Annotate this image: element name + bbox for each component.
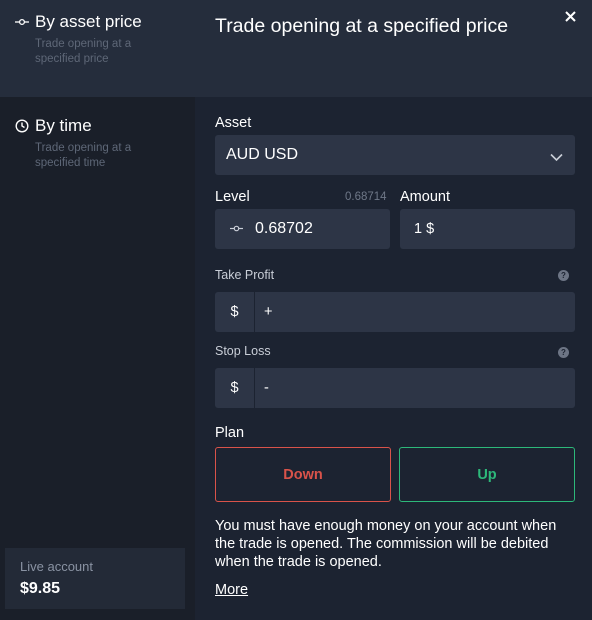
account-balance: $9.85: [20, 580, 61, 597]
asset-value: AUD USD: [226, 146, 299, 163]
close-button[interactable]: [562, 10, 578, 26]
price-level-icon: [230, 220, 243, 238]
amount-field[interactable]: 1 $: [400, 209, 575, 249]
sidebar-item-by-asset-price[interactable]: By asset price Trade opening at a specif…: [0, 0, 195, 97]
take-profit-input[interactable]: [255, 292, 575, 332]
current-price-hint: 0.68714: [345, 191, 387, 203]
stop-loss-field: $: [215, 368, 575, 408]
take-profit-currency: $: [215, 292, 255, 332]
asset-select[interactable]: AUD USD: [215, 135, 575, 175]
more-link[interactable]: More: [215, 582, 248, 598]
plan-up-button[interactable]: Up: [399, 447, 575, 502]
help-icon[interactable]: ?: [558, 347, 569, 358]
asset-label: Asset: [215, 115, 252, 131]
stop-loss-input[interactable]: [255, 368, 575, 408]
level-field[interactable]: 0.68702: [215, 209, 390, 249]
take-profit-label: Take Profit: [215, 268, 275, 282]
account-label: Live account: [20, 559, 93, 574]
sidebar-item-label: By asset price: [35, 12, 142, 31]
commission-notice: You must have enough money on your accou…: [215, 518, 557, 570]
help-icon[interactable]: ?: [558, 270, 569, 281]
sidebar-item-description: Trade opening at a specified time: [35, 142, 132, 169]
account-balance-card: Live account $9.85: [5, 548, 185, 609]
price-level-icon: [14, 15, 29, 30]
page-title: Trade opening at a specified price: [215, 15, 509, 37]
chevron-down-icon: [550, 149, 563, 167]
stop-loss-currency: $: [215, 368, 255, 408]
sidebar: By asset price Trade opening at a specif…: [0, 0, 195, 620]
plan-down-button[interactable]: Down: [215, 447, 391, 502]
sidebar-item-by-time[interactable]: By time Trade opening at a specified tim…: [0, 97, 195, 202]
sidebar-item-label: By time: [35, 116, 92, 135]
take-profit-field: $: [215, 292, 575, 332]
amount-label: Amount: [400, 189, 450, 205]
level-value: 0.68702: [255, 220, 313, 237]
amount-value: 1 $: [414, 221, 435, 237]
plan-label: Plan: [215, 425, 245, 441]
close-icon: [564, 9, 576, 27]
stop-loss-label: Stop Loss: [215, 344, 271, 358]
clock-icon: [14, 119, 29, 134]
level-label: Level: [215, 189, 250, 205]
sidebar-item-description: Trade opening at a specified price: [35, 38, 132, 65]
